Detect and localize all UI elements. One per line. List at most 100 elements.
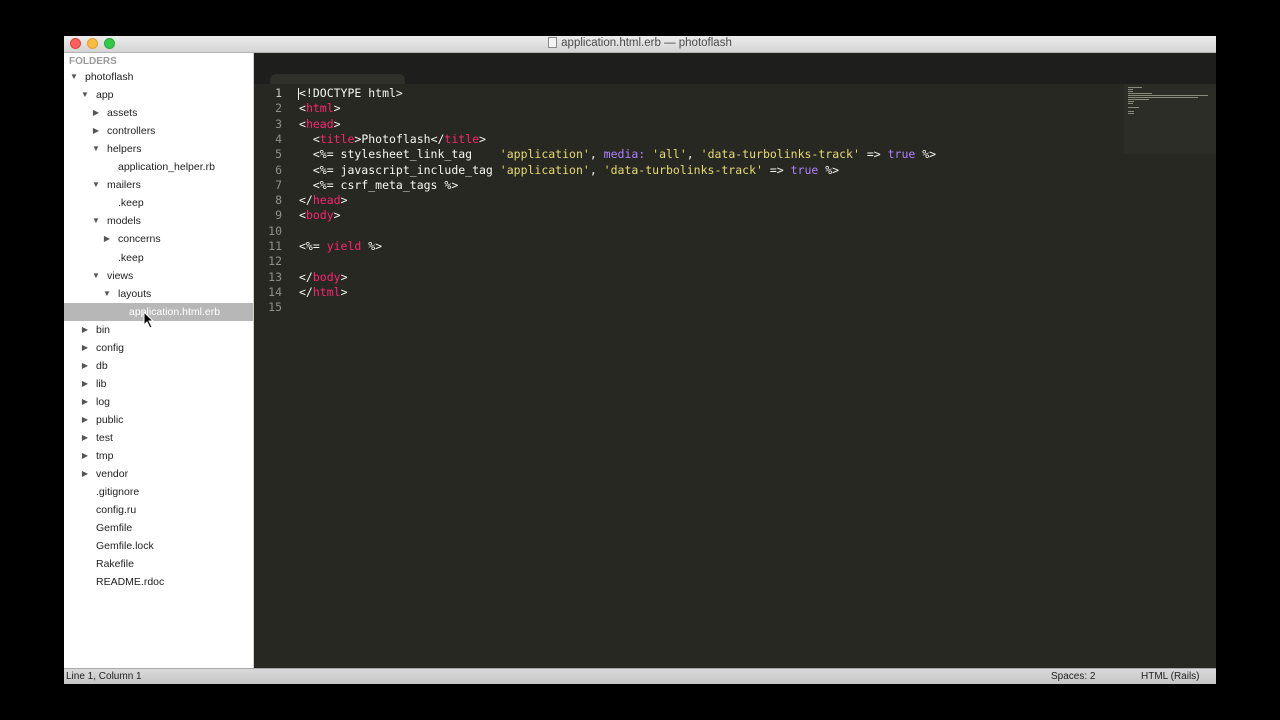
editor-window: application.html.erb — photoflash FOLDER… [64, 36, 1216, 684]
code-line[interactable]: 6 <%= javascript_include_tag 'applicatio… [254, 163, 1114, 178]
code-token: > [333, 208, 341, 223]
folder-item[interactable]: ▶ log [64, 393, 253, 411]
disclosure-closed-icon[interactable]: ▶ [91, 122, 101, 140]
file-item[interactable]: application.html.erb [64, 302, 253, 321]
tree-item-label: log [96, 395, 111, 408]
file-item[interactable]: README.rdoc [64, 573, 253, 591]
file-item[interactable]: .gitignore [64, 483, 253, 501]
code-token: < [299, 101, 306, 116]
code-line[interactable]: 15 [254, 300, 1114, 315]
disclosure-closed-icon[interactable]: ▶ [80, 447, 90, 465]
minimap[interactable] [1124, 84, 1216, 154]
disclosure-closed-icon[interactable]: ▶ [80, 465, 90, 483]
disclosure-closed-icon[interactable]: ▶ [80, 393, 90, 411]
title-bar: application.html.erb — photoflash [64, 36, 1216, 53]
code-text: <body> [299, 208, 341, 223]
disclosure-closed-icon[interactable]: ▶ [80, 429, 90, 447]
disclosure-closed-icon[interactable]: ▶ [102, 230, 112, 248]
code-token: <%= csrf_meta_tags %> [299, 177, 459, 192]
folder-item[interactable]: ▶ public [64, 411, 253, 429]
code-line[interactable]: 9 <body> [254, 208, 1114, 223]
tree-item-label: config.ru [96, 504, 137, 517]
disclosure-open-icon[interactable]: ▼ [91, 267, 101, 285]
line-number: 10 [268, 223, 282, 238]
tree-item-label: config [96, 341, 125, 354]
code-line[interactable]: 11 <%= yield %> [254, 239, 1114, 254]
code-token: , [686, 147, 701, 162]
disclosure-closed-icon[interactable]: ▶ [80, 357, 90, 375]
folder-item[interactable]: ▶ controllers [64, 122, 253, 140]
code-token: body [312, 269, 341, 284]
code-text: <%= csrf_meta_tags %> [299, 178, 458, 193]
disclosure-open-icon[interactable]: ▼ [69, 68, 79, 86]
code-token: head [312, 193, 341, 208]
minimap-line [1128, 93, 1153, 94]
tree-item-label: app [96, 89, 114, 102]
file-item[interactable]: Gemfile [64, 519, 253, 537]
disclosure-closed-icon[interactable]: ▶ [80, 339, 90, 357]
file-item[interactable]: Gemfile.lock [64, 537, 253, 555]
syntax-selector[interactable]: HTML (Rails) [1141, 669, 1200, 684]
code-area[interactable]: 1 <!DOCTYPE html> 2 <html> 3 <head> 4 <title>P… [254, 84, 1216, 668]
file-item[interactable]: config.ru [64, 501, 253, 519]
code-token: %> [818, 162, 840, 177]
tree-item-label: assets [107, 107, 138, 120]
file-item[interactable]: Rakefile [64, 555, 253, 573]
folder-item[interactable]: ▼ helpers [64, 140, 253, 158]
line-number: 4 [275, 131, 282, 146]
code-line[interactable]: 7 <%= csrf_meta_tags %> [254, 178, 1114, 193]
tab-application-html-erb[interactable] [270, 74, 405, 84]
line-number: 13 [268, 269, 282, 284]
folder-item[interactable]: ▶ concerns [64, 230, 253, 248]
code-line[interactable]: 5 <%= stylesheet_link_tag 'application',… [254, 147, 1114, 162]
tree-item-label: Gemfile.lock [96, 540, 154, 553]
disclosure-closed-icon[interactable]: ▶ [80, 321, 90, 339]
disclosure-closed-icon[interactable]: ▶ [80, 375, 90, 393]
disclosure-closed-icon[interactable]: ▶ [91, 104, 101, 122]
code-line[interactable]: 3 <head> [254, 117, 1114, 132]
tree-item-label: helpers [107, 143, 142, 156]
code-token: , [589, 162, 604, 177]
disclosure-open-icon[interactable]: ▼ [102, 285, 112, 303]
disclosure-open-icon[interactable]: ▼ [91, 176, 101, 194]
indentation-setting[interactable]: Spaces: 2 [1051, 669, 1095, 684]
file-item[interactable]: .keep [64, 194, 253, 212]
folder-item[interactable]: ▶ lib [64, 375, 253, 393]
file-item[interactable]: application_helper.rb [64, 158, 253, 176]
folder-item[interactable]: ▼ mailers [64, 176, 253, 194]
folder-item[interactable]: ▼ app [64, 86, 253, 104]
disclosure-open-icon[interactable]: ▼ [80, 86, 90, 104]
folder-item[interactable]: ▶ config [64, 339, 253, 357]
folder-item[interactable]: ▼ views [64, 267, 253, 285]
code-token: <%= stylesheet_link_tag [299, 147, 500, 162]
code-token: 'application' [499, 147, 590, 162]
code-line[interactable]: 8 </head> [254, 193, 1114, 208]
code-line[interactable]: 12 [254, 254, 1114, 269]
folder-item[interactable]: ▶ bin [64, 321, 253, 339]
code-line[interactable]: 13 </body> [254, 270, 1114, 285]
code-line[interactable]: 10 [254, 224, 1114, 239]
code-editor[interactable]: 1 <!DOCTYPE html> 2 <html> 3 <head> 4 <title>P… [254, 53, 1216, 668]
tree-item-label: Rakefile [96, 558, 134, 571]
folder-item[interactable]: ▶ vendor [64, 465, 253, 483]
folder-item[interactable]: ▶ db [64, 357, 253, 375]
disclosure-closed-icon[interactable]: ▶ [80, 411, 90, 429]
code-token: < [299, 131, 320, 146]
code-line[interactable]: 1 <!DOCTYPE html> [254, 86, 1114, 101]
disclosure-open-icon[interactable]: ▼ [91, 140, 101, 158]
folder-item[interactable]: ▼ models [64, 212, 253, 230]
code-text: <%= javascript_include_tag 'application'… [299, 163, 839, 178]
folder-item[interactable]: ▶ test [64, 429, 253, 447]
code-line[interactable]: 2 <html> [254, 101, 1114, 116]
folder-item[interactable]: ▶ tmp [64, 447, 253, 465]
code-text: <%= stylesheet_link_tag 'application', m… [299, 147, 936, 162]
folder-item[interactable]: ▼ layouts [64, 285, 253, 303]
tree-item-label: layouts [118, 287, 152, 300]
folder-item[interactable]: ▶ assets [64, 104, 253, 122]
code-line[interactable]: 14 </html> [254, 285, 1114, 300]
code-line[interactable]: 4 <title>Photoflash</title> [254, 132, 1114, 147]
disclosure-open-icon[interactable]: ▼ [91, 212, 101, 230]
folder-item[interactable]: ▼ photoflash [64, 68, 253, 86]
file-item[interactable]: .keep [64, 249, 253, 267]
code-token: < [299, 116, 306, 131]
